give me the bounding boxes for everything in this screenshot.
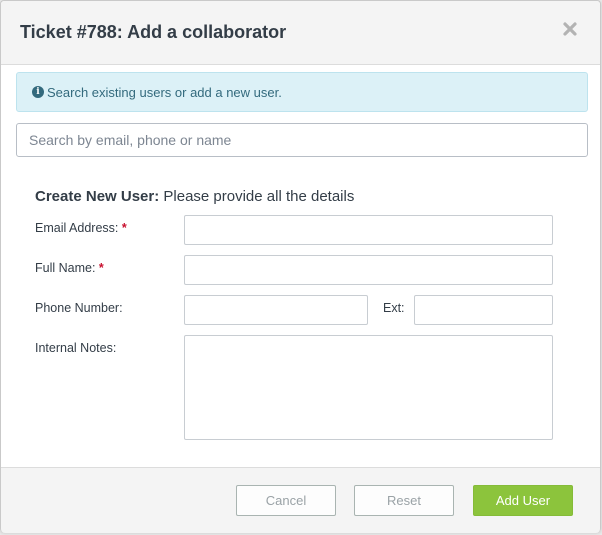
email-field[interactable] [184, 215, 553, 245]
add-user-button[interactable]: Add User [473, 485, 573, 516]
full-name-label-text: Full Name: [35, 261, 96, 275]
info-circle-icon: i [32, 86, 44, 98]
phone-field[interactable] [184, 295, 368, 325]
dialog-footer: Cancel Reset Add User [1, 467, 600, 533]
info-text: Search existing users or add a new user. [47, 84, 282, 100]
internal-notes-label: Internal Notes: [35, 341, 117, 355]
user-search-input[interactable] [16, 123, 588, 157]
close-icon[interactable] [562, 21, 578, 37]
phone-label: Phone Number: [35, 301, 123, 315]
dialog-title: Ticket #788: Add a collaborator [20, 22, 287, 42]
dialog-body: i Search existing users or add a new use… [1, 65, 600, 467]
internal-notes-textarea[interactable] [184, 335, 553, 440]
full-name-required-marker: * [98, 261, 104, 275]
email-label-text: Email Address: [35, 221, 119, 235]
full-name-field[interactable] [184, 255, 553, 285]
reset-button[interactable]: Reset [354, 485, 454, 516]
info-alert: i Search existing users or add a new use… [16, 72, 588, 112]
ext-label: Ext: [383, 301, 405, 315]
create-user-heading-rest: Please provide all the details [159, 188, 355, 205]
full-name-label: Full Name: * [35, 261, 104, 275]
ext-field[interactable] [414, 295, 553, 325]
dialog-header: Ticket #788: Add a collaborator [1, 1, 600, 65]
add-collaborator-dialog: Ticket #788: Add a collaborator i Search… [0, 0, 601, 533]
cancel-button[interactable]: Cancel [236, 485, 336, 516]
email-label: Email Address: * [35, 221, 127, 235]
email-required-marker: * [121, 221, 127, 235]
create-user-heading: Create New User: Please provide all the … [35, 188, 354, 205]
create-user-heading-bold: Create New User: [35, 188, 160, 205]
